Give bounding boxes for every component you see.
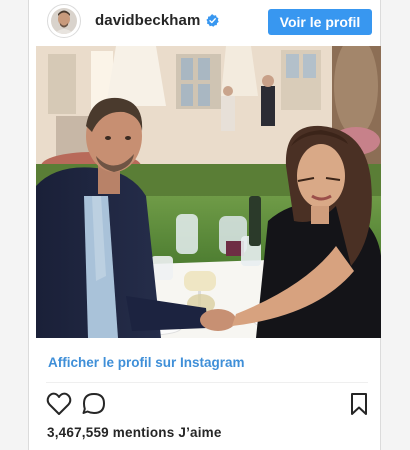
username[interactable]: davidbeckham [95,12,200,29]
post-header: davidbeckham Voir le profil [29,0,382,46]
view-profile-link[interactable]: Afficher le profil sur Instagram [48,355,245,370]
verified-check-icon [206,14,220,27]
instagram-embed-card: davidbeckham Voir le profil Afficher le … [28,0,381,450]
heart-icon[interactable] [46,392,72,416]
username-group: davidbeckham [95,12,220,29]
avatar[interactable] [47,4,81,38]
view-profile-button[interactable]: Voir le profil [268,9,372,35]
comment-icon[interactable] [81,392,107,416]
avatar-image [51,8,77,34]
likes-count: 3,467,559 mentions J’aime [47,425,222,440]
divider [46,382,368,383]
bookmark-icon[interactable] [346,392,372,416]
post-photo[interactable] [36,46,381,338]
